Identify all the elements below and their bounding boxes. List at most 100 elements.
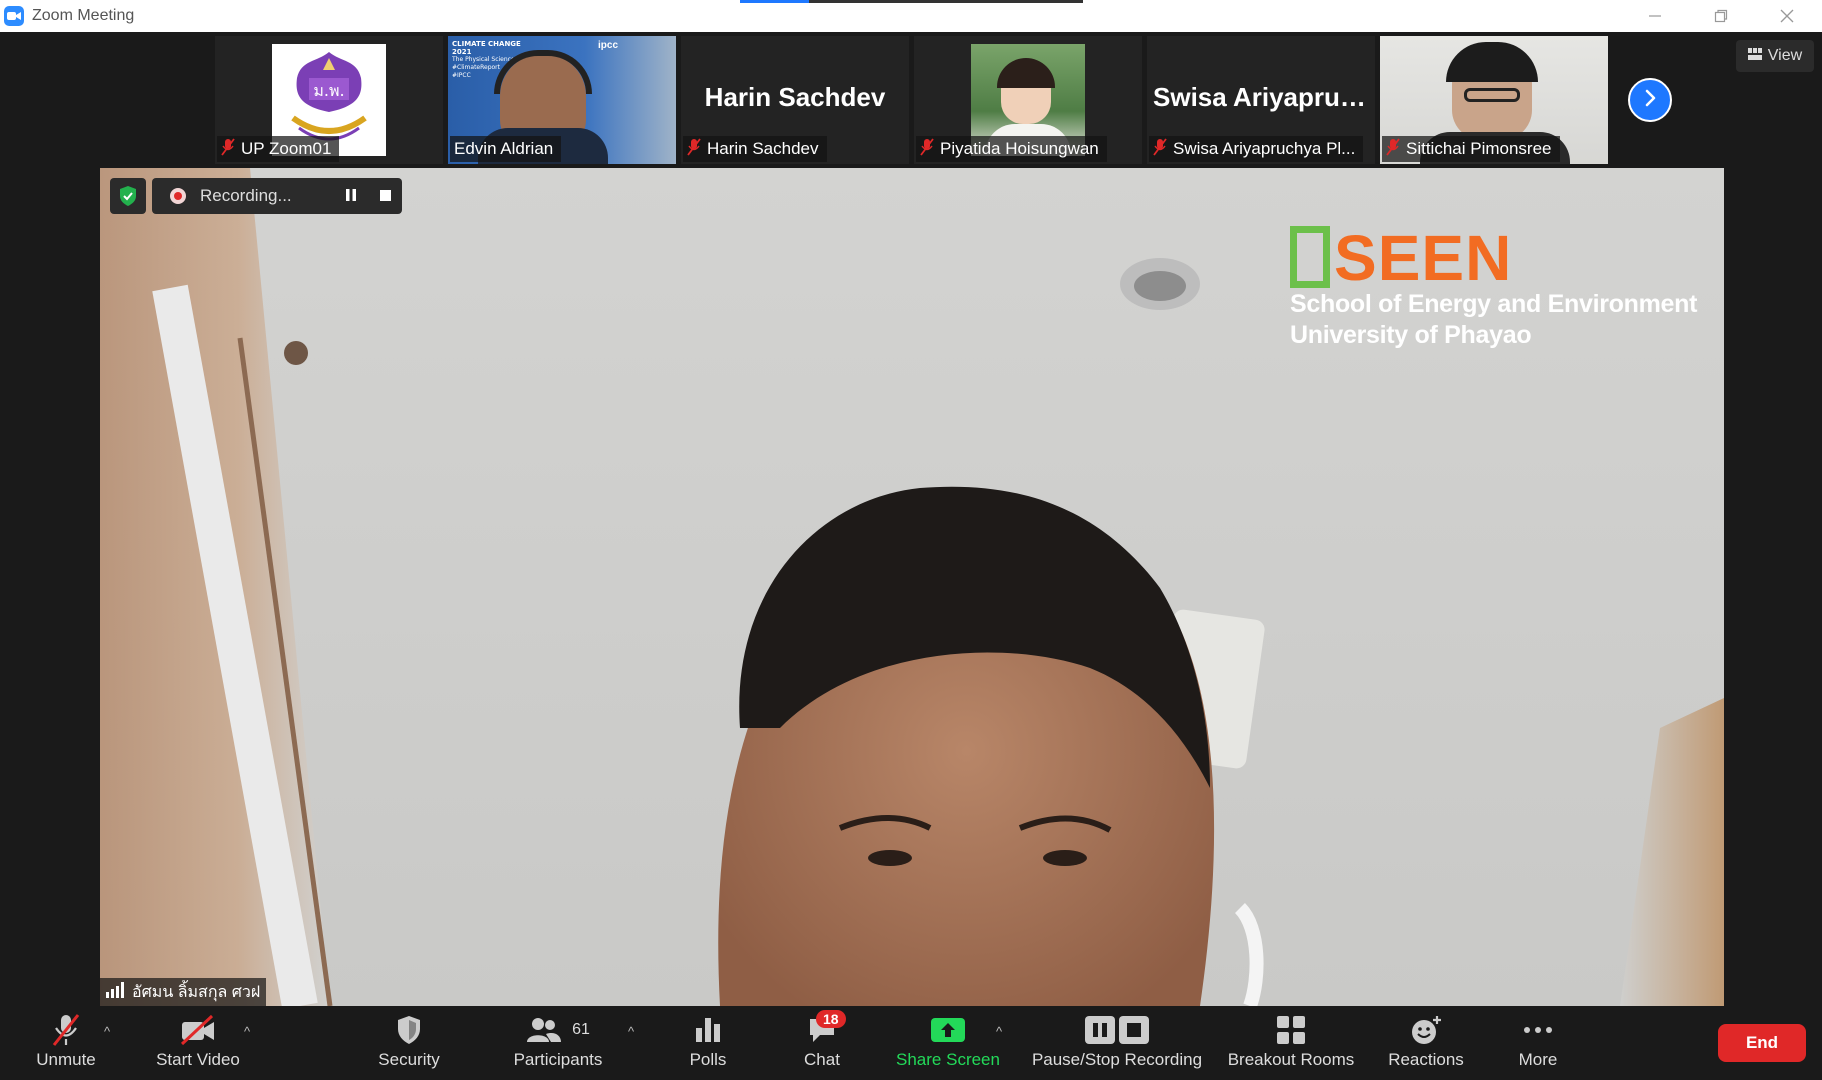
next-page-button[interactable] bbox=[1628, 78, 1672, 122]
participant-name-tag: Swisa Ariyapruchya Pl... bbox=[1149, 136, 1364, 162]
breakout-rooms-label: Breakout Rooms bbox=[1227, 1050, 1355, 1069]
minimize-button[interactable] bbox=[1632, 0, 1678, 32]
share-options-caret-icon[interactable]: ^ bbox=[996, 1024, 1002, 1039]
participants-options-caret-icon[interactable]: ^ bbox=[628, 1024, 634, 1039]
speaker-name-tag: อัศมน ลิ้มสกุล ศวฝ bbox=[100, 978, 267, 1006]
participant-name: UP Zoom01 bbox=[241, 139, 332, 158]
participant-tile[interactable]: Sittichai Pimonsree bbox=[1380, 36, 1608, 164]
participant-name-tag: Sittichai Pimonsree bbox=[1382, 136, 1560, 162]
grid-view-icon bbox=[1747, 47, 1762, 65]
recording-label: Recording... bbox=[200, 186, 292, 205]
mic-muted-icon bbox=[920, 137, 934, 161]
video-off-icon bbox=[178, 1010, 218, 1050]
start-video-button[interactable]: Start Video bbox=[148, 1006, 248, 1080]
share-screen-icon bbox=[930, 1010, 966, 1050]
end-meeting-label: End bbox=[1745, 1033, 1779, 1052]
participant-tile[interactable]: ม.พ. UP Zoom01 bbox=[215, 36, 443, 164]
more-label: More bbox=[1518, 1050, 1558, 1069]
participant-display-name: Swisa Ariyapruc... bbox=[1153, 82, 1375, 112]
pause-stop-recording-button[interactable]: Pause/Stop Recording bbox=[1026, 1006, 1208, 1080]
video-options-caret-icon[interactable]: ^ bbox=[244, 1024, 250, 1039]
audio-options-caret-icon[interactable]: ^ bbox=[104, 1024, 110, 1039]
participant-name: Harin Sachdev bbox=[707, 139, 819, 158]
signal-strength-icon bbox=[106, 981, 126, 1003]
share-screen-button[interactable]: Share Screen bbox=[888, 1006, 1008, 1080]
zoom-app-icon bbox=[4, 6, 24, 26]
participants-button[interactable]: 61 Participants bbox=[506, 1006, 610, 1080]
shield-icon bbox=[395, 1010, 423, 1050]
active-speaker-video: Recording... SEEN School of Energy and E… bbox=[100, 168, 1724, 1006]
encryption-shield-icon[interactable] bbox=[110, 178, 146, 214]
end-meeting-button[interactable]: End bbox=[1718, 1024, 1806, 1062]
pause-stop-recording-icon bbox=[1084, 1010, 1150, 1050]
participant-strip: ม.พ. UP Zoom01 CLIMATE CHANGE 2021 The P… bbox=[0, 32, 1822, 168]
recording-indicator: Recording... bbox=[152, 178, 402, 214]
seen-logo-mark bbox=[1290, 226, 1330, 288]
participants-label: Participants bbox=[513, 1050, 603, 1069]
chat-label: Chat bbox=[804, 1050, 840, 1069]
participant-tile[interactable]: Swisa Ariyapruc... Swisa Ariyapruchya Pl… bbox=[1147, 36, 1375, 164]
recording-dot-icon bbox=[170, 188, 186, 204]
eyeglasses bbox=[1464, 88, 1520, 102]
seen-logo: SEEN School of Energy and Environment Un… bbox=[1290, 226, 1697, 350]
more-button[interactable]: More bbox=[1502, 1006, 1574, 1080]
participant-name-tag: Harin Sachdev bbox=[683, 136, 827, 162]
participant-name: Swisa Ariyapruchya Pl... bbox=[1173, 139, 1356, 158]
chevron-right-icon bbox=[1641, 89, 1659, 112]
reactions-icon bbox=[1409, 1010, 1443, 1050]
polls-button[interactable]: Polls bbox=[672, 1006, 744, 1080]
security-label: Security bbox=[378, 1050, 440, 1069]
participant-tile[interactable]: CLIMATE CHANGE 2021 The Physical Science… bbox=[448, 36, 676, 164]
meeting-toolbar: Unmute ^ Start Video ^ Security 61 Parti… bbox=[0, 1006, 1822, 1080]
polls-icon bbox=[694, 1010, 722, 1050]
restore-button[interactable] bbox=[1698, 0, 1744, 32]
participant-tile[interactable]: Piyatida Hoisungwan bbox=[914, 36, 1142, 164]
reactions-label: Reactions bbox=[1388, 1050, 1464, 1069]
participant-tile[interactable]: Harin Sachdev Harin Sachdev bbox=[681, 36, 909, 164]
start-video-label: Start Video bbox=[156, 1050, 240, 1069]
title-bar: Zoom Meeting bbox=[0, 0, 1822, 32]
mic-muted-icon bbox=[1386, 137, 1400, 161]
more-options-icon bbox=[1523, 1010, 1553, 1050]
mic-muted-icon bbox=[1153, 137, 1167, 161]
stop-icon bbox=[379, 186, 391, 206]
loading-progress-bar bbox=[740, 0, 1083, 3]
close-button[interactable] bbox=[1764, 0, 1810, 32]
share-screen-label: Share Screen bbox=[896, 1050, 1000, 1069]
participants-count: 61 bbox=[572, 1021, 590, 1038]
participant-hair bbox=[1446, 42, 1538, 82]
seen-logo-school: School of Energy and Environment bbox=[1290, 290, 1698, 318]
mic-muted-icon bbox=[687, 137, 701, 161]
view-label: View bbox=[1767, 47, 1803, 64]
speaker-name: อัศมน ลิ้มสกุล ศวฝ bbox=[132, 983, 261, 1001]
pause-recording-button[interactable] bbox=[334, 178, 368, 214]
polls-label: Polls bbox=[689, 1050, 727, 1069]
seen-logo-university: University of Phayao bbox=[1290, 321, 1532, 349]
participant-display-name: Harin Sachdev bbox=[704, 82, 886, 112]
chat-unread-badge: 18 bbox=[816, 1010, 846, 1028]
unmute-button[interactable]: Unmute bbox=[20, 1006, 112, 1080]
recording-bar: Recording... bbox=[110, 178, 402, 214]
chat-button[interactable]: 18 Chat bbox=[786, 1006, 858, 1080]
reactions-button[interactable]: Reactions bbox=[1378, 1006, 1474, 1080]
stop-recording-button[interactable] bbox=[368, 178, 402, 214]
window-title: Zoom Meeting bbox=[32, 7, 135, 24]
participants-icon: 61 bbox=[526, 1010, 590, 1050]
participant-name-tag: Piyatida Hoisungwan bbox=[916, 136, 1107, 162]
participant-name: Piyatida Hoisungwan bbox=[940, 139, 1099, 158]
participant-name-tag: Edvin Aldrian bbox=[450, 136, 562, 162]
pause-icon bbox=[346, 186, 356, 206]
participant-name: Edvin Aldrian bbox=[454, 139, 554, 158]
participant-name-tag: UP Zoom01 bbox=[217, 136, 340, 162]
participant-hair bbox=[997, 58, 1055, 88]
view-button[interactable]: View bbox=[1736, 40, 1814, 72]
breakout-rooms-button[interactable]: Breakout Rooms bbox=[1222, 1006, 1360, 1080]
pause-stop-recording-label: Pause/Stop Recording bbox=[1031, 1050, 1203, 1069]
seen-logo-text: SEEN bbox=[1334, 222, 1513, 294]
participant-name: Sittichai Pimonsree bbox=[1406, 139, 1552, 158]
loading-progress-fill bbox=[740, 0, 809, 3]
unmute-label: Unmute bbox=[36, 1050, 96, 1069]
ipcc-logo: ipcc bbox=[598, 40, 619, 51]
security-button[interactable]: Security bbox=[364, 1006, 454, 1080]
breakout-rooms-icon bbox=[1276, 1010, 1306, 1050]
